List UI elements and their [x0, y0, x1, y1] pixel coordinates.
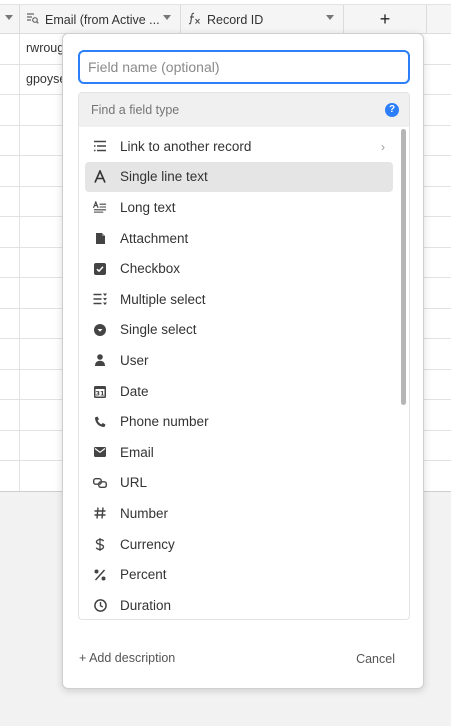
field-type-label: Email — [120, 444, 154, 460]
multiple-select-icon — [93, 292, 107, 306]
field-type-label: User — [120, 352, 149, 368]
field-type-list: Link to another record › Single line tex… — [79, 131, 399, 619]
add-description-button[interactable]: + Add description — [79, 651, 175, 665]
envelope-icon — [93, 445, 107, 459]
clock-icon — [93, 598, 107, 612]
field-type-label: Long text — [120, 199, 176, 215]
field-type-attachment[interactable]: Attachment — [85, 223, 393, 254]
add-field-button[interactable]: + — [344, 5, 427, 34]
field-type-search[interactable]: Find a field type ? — [79, 93, 409, 127]
field-type-label: Number — [120, 505, 169, 521]
field-type-multiple-select[interactable]: Multiple select — [85, 284, 393, 315]
phone-icon — [93, 415, 107, 429]
attachment-icon — [93, 231, 107, 245]
field-type-link-to-record[interactable]: Link to another record › — [85, 131, 393, 162]
field-type-label: Checkbox — [120, 261, 181, 277]
field-type-checkbox[interactable]: Checkbox — [85, 253, 393, 284]
field-type-user[interactable]: User — [85, 345, 393, 376]
chevron-right-icon: › — [381, 140, 385, 154]
checkbox-icon — [93, 262, 107, 276]
long-text-icon — [93, 200, 107, 214]
chevron-down-icon[interactable] — [163, 15, 171, 20]
user-icon — [93, 353, 107, 367]
field-type-long-text[interactable]: Long text — [85, 192, 393, 223]
single-select-icon — [93, 323, 107, 337]
field-type-panel: Find a field type ? Link to another reco… — [78, 92, 410, 620]
field-type-label: Single select — [120, 322, 197, 338]
hash-icon — [93, 506, 107, 520]
field-type-label: Attachment — [120, 230, 189, 246]
field-type-search-placeholder: Find a field type — [91, 103, 180, 117]
field-type-label: Phone number — [120, 414, 209, 430]
field-type-url[interactable]: URL — [85, 468, 393, 499]
calendar-icon: 31 — [93, 384, 107, 398]
chevron-down-icon[interactable] — [5, 15, 13, 20]
add-field-popup: Find a field type ? Link to another reco… — [62, 33, 424, 689]
field-type-scrollbar[interactable] — [401, 129, 406, 405]
field-type-label: Date — [120, 383, 149, 399]
column-header-record-id[interactable]: Record ID — [181, 5, 344, 34]
field-type-label: Percent — [120, 567, 167, 583]
field-type-single-line-text[interactable]: Single line text — [85, 161, 393, 193]
field-type-email[interactable]: Email — [85, 437, 393, 468]
column-header-partial[interactable] — [0, 5, 20, 34]
grid-header: Email (from Active ... Record ID + — [0, 4, 451, 34]
field-type-label: Duration — [120, 597, 172, 613]
text-a-icon — [93, 170, 107, 184]
svg-text:31: 31 — [95, 389, 105, 397]
lookup-icon — [26, 12, 39, 27]
field-type-label: Currency — [120, 536, 175, 552]
formula-icon — [188, 12, 202, 28]
help-icon[interactable]: ? — [385, 103, 399, 117]
field-type-phone-number[interactable]: Phone number — [85, 406, 393, 437]
field-type-label: Multiple select — [120, 291, 206, 307]
url-link-icon — [93, 476, 107, 490]
field-type-date[interactable]: 31 Date — [85, 376, 393, 407]
cancel-button[interactable]: Cancel — [356, 652, 395, 666]
chevron-down-icon[interactable] — [326, 15, 334, 20]
dollar-icon — [93, 537, 107, 551]
field-name-input[interactable] — [78, 50, 410, 84]
field-type-percent[interactable]: Percent — [85, 559, 393, 590]
column-header-email[interactable]: Email (from Active ... — [20, 5, 181, 34]
field-type-currency[interactable]: Currency — [85, 529, 393, 560]
field-type-label: Link to another record — [120, 138, 252, 154]
percent-icon — [93, 568, 107, 582]
field-type-duration[interactable]: Duration — [85, 590, 393, 619]
field-type-number[interactable]: Number — [85, 498, 393, 529]
field-type-single-select[interactable]: Single select — [85, 315, 393, 346]
field-type-label: Single line text — [120, 169, 208, 185]
column-header-label: Email (from Active ... — [45, 12, 160, 27]
column-header-label: Record ID — [207, 12, 264, 27]
link-records-icon — [93, 139, 107, 153]
field-type-label: URL — [120, 475, 148, 491]
